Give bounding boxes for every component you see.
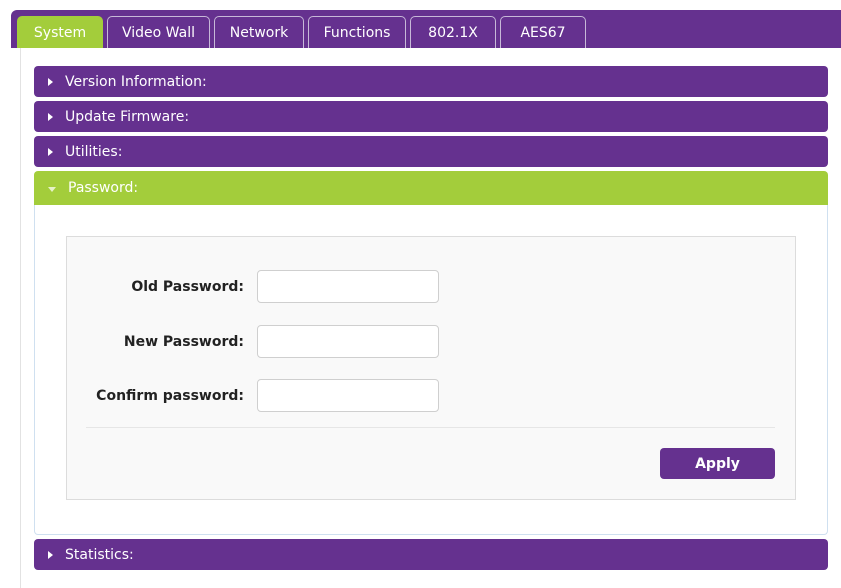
tab-aes67[interactable]: AES67 [500,16,586,48]
caret-right-icon [48,147,53,156]
section-version-information-header[interactable]: Version Information: [34,66,828,97]
confirm-password-label: Confirm password: [96,388,244,404]
confirm-password-input[interactable] [257,379,439,412]
section-password-header[interactable]: Password: [34,171,828,205]
new-password-label: New Password: [123,334,244,350]
section-label: Password: [68,180,139,196]
apply-button[interactable]: Apply [660,448,775,479]
form-divider [86,427,775,428]
section-label: Utilities: [65,143,123,160]
tab-functions[interactable]: Functions [308,16,406,48]
tab-802-1x[interactable]: 802.1X [410,16,496,48]
tab-system[interactable]: System [17,16,103,48]
tab-video-wall[interactable]: Video Wall [107,16,210,48]
caret-right-icon [48,550,53,559]
section-label: Version Information: [65,73,207,90]
new-password-input[interactable] [257,325,439,358]
tab-bar: System Video Wall Network Functions 802.… [11,10,841,48]
old-password-label: Old Password: [131,279,244,295]
section-utilities-header[interactable]: Utilities: [34,136,828,167]
section-label: Update Firmware: [65,108,190,125]
caret-down-icon [48,186,56,192]
old-password-input[interactable] [257,270,439,303]
section-label: Statistics: [65,546,134,563]
tab-network[interactable]: Network [214,16,304,48]
section-statistics-header[interactable]: Statistics: [34,539,828,570]
caret-right-icon [48,77,53,86]
section-update-firmware-header[interactable]: Update Firmware: [34,101,828,132]
caret-right-icon [48,112,53,121]
